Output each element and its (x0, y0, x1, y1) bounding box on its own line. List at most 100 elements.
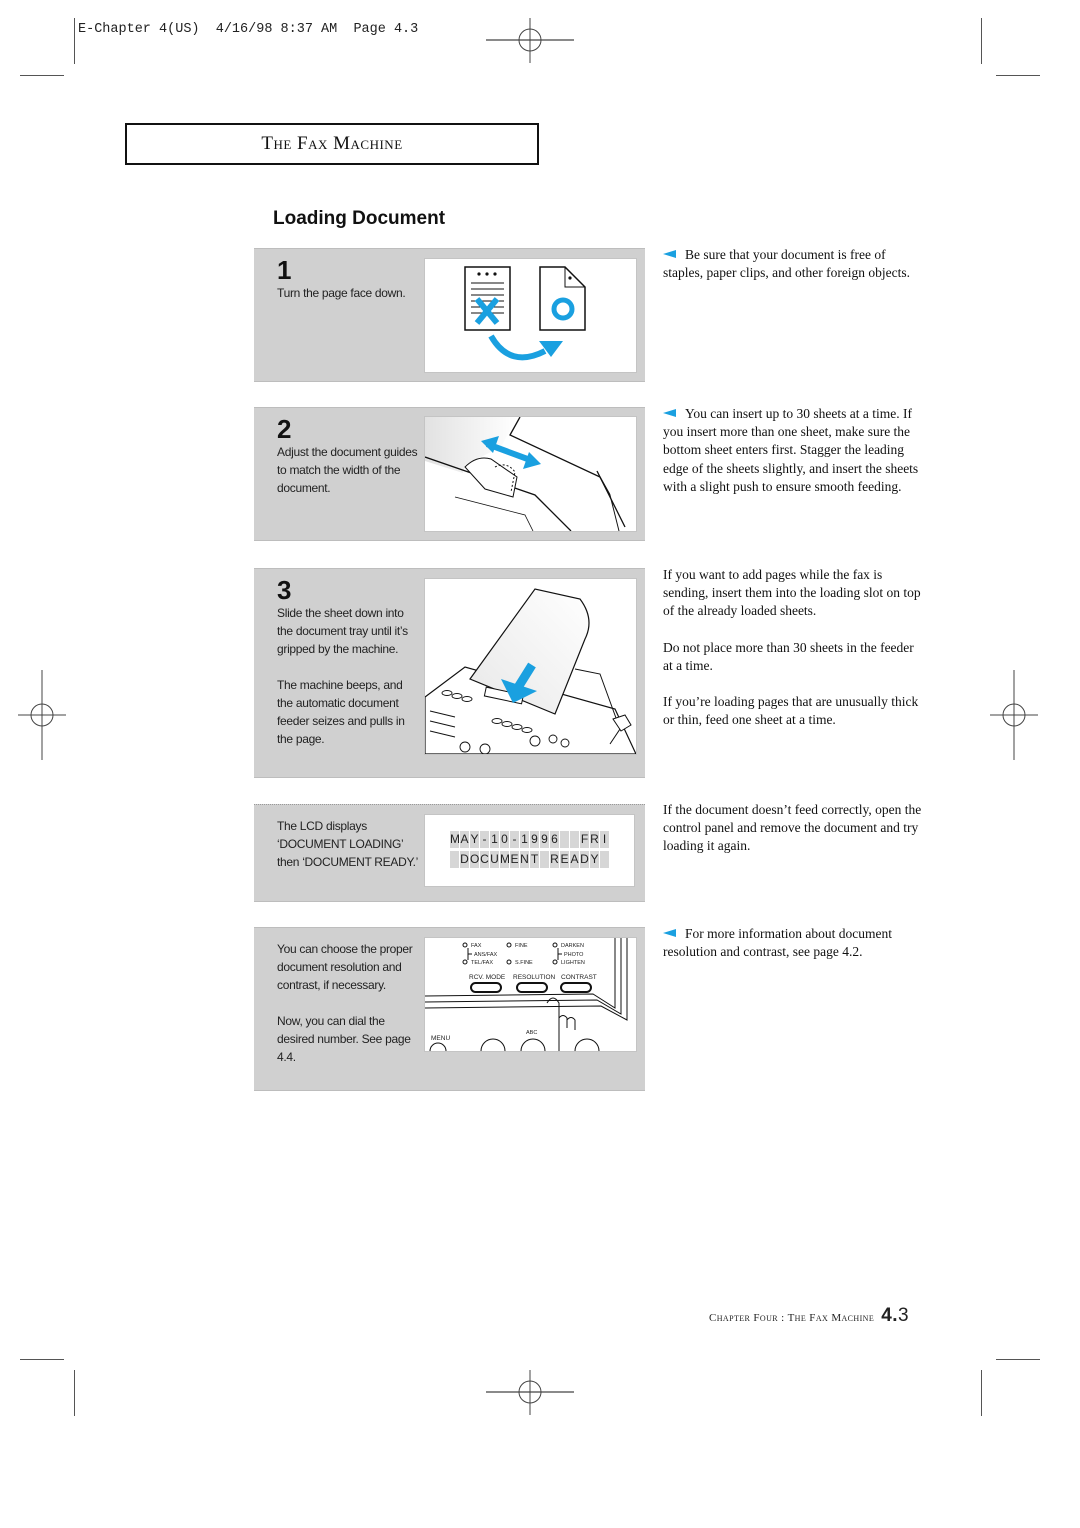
resolution-contrast-panel: You can choose the proper document resol… (254, 927, 645, 1091)
led-label: FINE (515, 943, 528, 949)
print-slug: E-Chapter 4(US) 4/16/98 8:37 AM Page 4.3 (78, 22, 419, 37)
lcd-character: 9 (540, 831, 549, 848)
note-paragraph: You can insert up to 30 sheets at a time… (663, 406, 919, 494)
note-paragraph: If you want to add pages while the fax i… (663, 567, 921, 619)
lcd-character: R (550, 851, 559, 868)
lcd-character: 6 (550, 831, 559, 848)
step-paragraph: Turn the page face down. (277, 286, 406, 300)
led-label: DARKEN (561, 943, 584, 949)
lcd-line-1: MAY-10-1996 FRI (425, 831, 634, 848)
pointer-arrow-icon (663, 250, 676, 258)
lcd-character: M (500, 851, 510, 868)
led-label: ANS/FAX (474, 952, 498, 958)
registration-mark-bottom (486, 1370, 574, 1415)
crop-mark (981, 18, 982, 64)
lcd-character: 9 (530, 831, 539, 848)
note-paragraph: If the document doesn’t feed correctly, … (663, 802, 922, 854)
step-text: Turn the page face down. (277, 284, 419, 302)
note-feed-problem: If the document doesn’t feed correctly, … (663, 801, 925, 856)
page-number: 4.3 (881, 1305, 909, 1326)
lcd-character (450, 851, 459, 868)
document-guides-illustration (424, 416, 637, 532)
lcd-character: 1 (520, 831, 529, 848)
step-3-panel: 3 Slide the sheet down into the document… (254, 568, 645, 778)
step-text: Slide the sheet down into the document t… (277, 604, 419, 748)
step-text: Adjust the document guides to match the … (277, 443, 419, 497)
step-paragraph: The LCD displays ‘DOCUMENT LOADING’ then… (277, 819, 418, 869)
step-1-panel: 1 Turn the page face down. (254, 248, 645, 382)
lcd-character: M (450, 831, 460, 848)
crop-mark (74, 18, 75, 64)
crop-mark (996, 75, 1040, 76)
note-30-sheets: You can insert up to 30 sheets at a time… (663, 405, 925, 496)
lcd-character: D (580, 851, 589, 868)
step-text: The LCD displays ‘DOCUMENT LOADING’ then… (277, 817, 427, 871)
lcd-character: E (510, 851, 519, 868)
pointer-arrow-icon (663, 929, 676, 937)
step-paragraph: Adjust the document guides to match the … (277, 445, 418, 495)
lcd-display: MAY-10-1996 FRI DOCUMENT READY (424, 814, 635, 887)
lcd-character (570, 831, 579, 848)
note-adding-pages: If you want to add pages while the fax i… (663, 566, 925, 729)
step-paragraph: Now, you can dial the desired number. Se… (277, 1014, 411, 1064)
lcd-character: 1 (490, 831, 499, 848)
registration-mark-top (486, 18, 574, 63)
step-text: You can choose the proper document resol… (277, 940, 422, 1066)
section-title: Loading Document (273, 208, 446, 229)
lcd-line-2: DOCUMENT READY (425, 851, 634, 868)
note-paragraph: Do not place more than 30 sheets in the … (663, 639, 914, 673)
resolution-button-label: RESOLUTION (513, 974, 556, 981)
control-panel-illustration: FAX ANS/FAX TEL/FAX FINE S.FINE DARKEN P… (424, 937, 637, 1052)
footer-chapter: Chapter Four : The Fax Machine (709, 1312, 875, 1324)
note-staples: Be sure that your document is free of st… (663, 246, 925, 282)
lcd-character: E (560, 851, 569, 868)
crop-mark (20, 1359, 64, 1360)
chapter-title: The Fax Machine (261, 133, 403, 154)
lcd-character: R (590, 831, 599, 848)
lcd-character: - (480, 831, 489, 848)
led-label: LIGHTEN (561, 960, 585, 966)
step-paragraph: The machine beeps, and the automatic doc… (277, 678, 405, 746)
step-paragraph: Slide the sheet down into the document t… (277, 606, 408, 656)
lcd-character: Y (590, 851, 599, 868)
lcd-character: F (580, 831, 589, 848)
crop-mark (996, 1359, 1040, 1360)
lcd-character: D (460, 851, 469, 868)
page-face-down-illustration (424, 258, 637, 373)
led-label: S.FINE (515, 960, 533, 966)
registration-mark-right (990, 670, 1038, 760)
contrast-button-label: CONTRAST (561, 974, 597, 981)
lcd-character: T (530, 851, 539, 868)
led-label: PHOTO (564, 952, 584, 958)
led-label: FAX (471, 943, 482, 949)
note-paragraph: If you’re loading pages that are unusual… (663, 694, 919, 728)
menu-key-label: MENU (431, 1035, 450, 1042)
lcd-character: I (600, 831, 609, 848)
lcd-character: O (470, 851, 480, 868)
lcd-character: U (490, 851, 499, 868)
step-number: 2 (277, 414, 292, 444)
note-paragraph: For more information about document reso… (663, 926, 892, 960)
abc-key-label: ABC (526, 1030, 537, 1036)
step-number: 3 (277, 575, 292, 605)
lcd-character (600, 851, 609, 868)
lcd-character: C (480, 851, 489, 868)
lcd-panel: The LCD displays ‘DOCUMENT LOADING’ then… (254, 804, 645, 902)
step-paragraph: You can choose the proper document resol… (277, 942, 413, 992)
lcd-character (540, 851, 549, 868)
lcd-character (560, 831, 569, 848)
lcd-character: 0 (500, 831, 509, 848)
note-more-info: For more information about document reso… (663, 925, 925, 961)
pointer-arrow-icon (663, 409, 676, 417)
registration-mark-left (18, 670, 66, 760)
chapter-header: The Fax Machine (125, 123, 539, 165)
step-2-panel: 2 Adjust the document guides to match th… (254, 407, 645, 541)
crop-mark (20, 75, 64, 76)
step-number: 1 (277, 255, 292, 285)
lcd-character: A (570, 851, 579, 868)
page-footer: Chapter Four : The Fax Machine 4.3 (709, 1305, 909, 1327)
lcd-character: N (520, 851, 529, 868)
lcd-character: - (510, 831, 519, 848)
rcv-mode-button-label: RCV. MODE (469, 974, 506, 981)
note-paragraph: Be sure that your document is free of st… (663, 247, 911, 281)
